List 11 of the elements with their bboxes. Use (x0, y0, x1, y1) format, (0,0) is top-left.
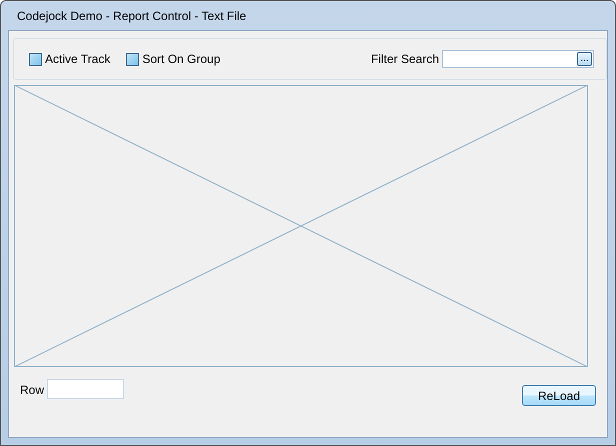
checkbox[interactable] (126, 52, 140, 66)
row-field[interactable] (47, 379, 124, 399)
filter-search-field[interactable]: ... (442, 50, 594, 68)
filter-label: Filter Search (370, 52, 439, 66)
row-label: Row (20, 383, 44, 397)
browse-button[interactable]: ... (577, 52, 592, 66)
checkbox-label: Active Track (45, 52, 110, 66)
window-title: Codejock Demo - Report Control - Text File (17, 8, 246, 22)
checkbox[interactable] (29, 52, 42, 66)
checkbox-label: Sort On Group (142, 52, 220, 66)
reload-button[interactable]: ReLoad (522, 385, 596, 406)
